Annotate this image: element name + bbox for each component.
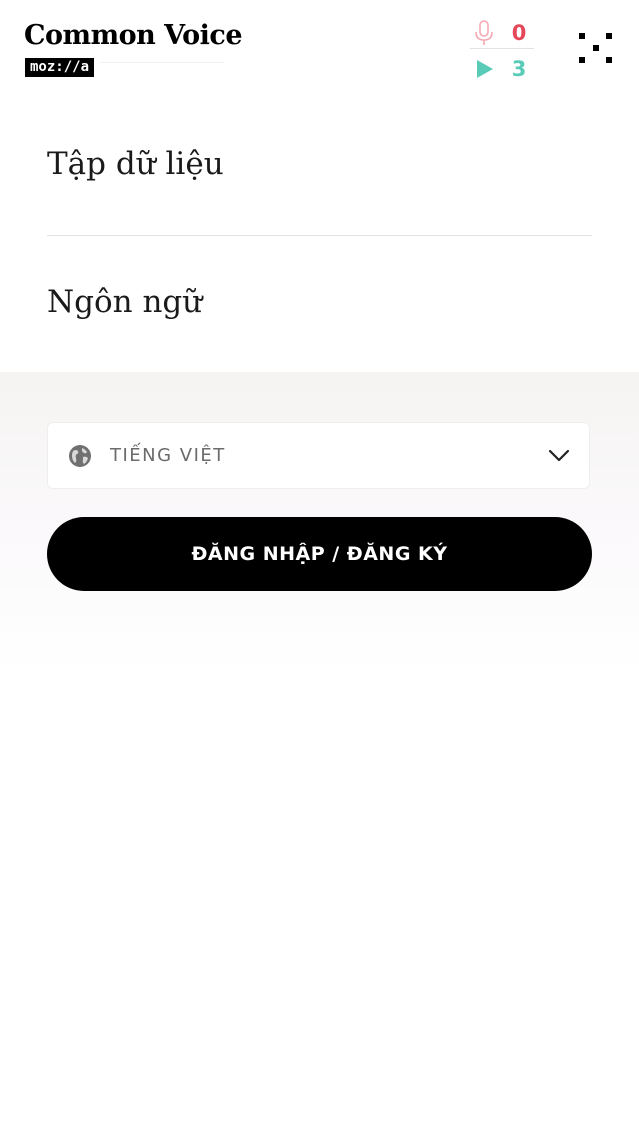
globe-icon (69, 445, 91, 467)
recorded-count: 0 (511, 21, 527, 45)
listen-stat[interactable]: 3 (470, 54, 534, 84)
language-select[interactable]: TIẾNG VIỆT (47, 422, 590, 489)
mozilla-logo[interactable]: moz://a (25, 58, 95, 77)
record-stat[interactable]: 0 (470, 18, 534, 48)
menu-dot (606, 57, 612, 63)
selected-language: TIẾNG VIỆT (110, 445, 226, 466)
validated-count: 3 (511, 57, 527, 81)
stats-divider (470, 48, 534, 49)
contribution-stats[interactable]: 0 3 (470, 16, 534, 86)
microphone-icon (475, 20, 493, 45)
chevron-down-icon (548, 449, 570, 462)
menu-dot (593, 45, 599, 51)
brand-underline (100, 62, 224, 63)
nav-item-languages[interactable]: Ngôn ngữ (47, 284, 592, 334)
nav-divider (47, 235, 592, 236)
menu-dot (606, 33, 612, 39)
menu-dot (579, 57, 585, 63)
play-icon (477, 60, 493, 78)
top-header: Common Voice moz://a 0 3 (0, 0, 639, 100)
login-signup-button[interactable]: ĐĂNG NHẬP / ĐĂNG KÝ (47, 517, 592, 591)
menu-dot (579, 33, 585, 39)
brand-logo-title[interactable]: Common Voice (24, 20, 243, 51)
nav-item-datasets[interactable]: Tập dữ liệu (47, 146, 592, 196)
menu-button[interactable] (576, 28, 616, 68)
